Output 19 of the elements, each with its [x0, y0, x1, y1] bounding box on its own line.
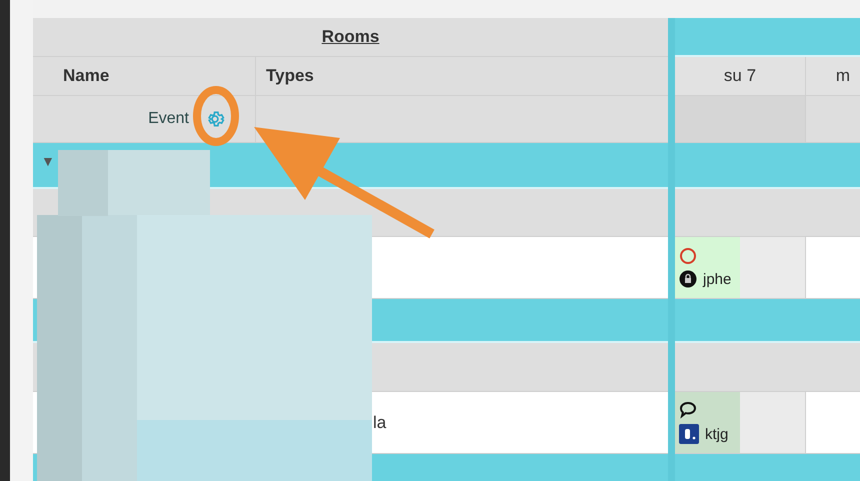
booking-user: jphe: [703, 270, 732, 288]
settings-icon[interactable]: [205, 109, 225, 129]
day-header: su 7: [675, 57, 806, 95]
column-header[interactable]: Name: [33, 57, 256, 95]
room-name: la: [373, 412, 386, 434]
annotation-circle: [193, 86, 239, 146]
booking-block[interactable]: ktjg: [675, 392, 740, 453]
day-header: m: [806, 57, 860, 95]
speech-bubble-icon: [679, 401, 697, 419]
event-label: Event: [148, 110, 189, 128]
rooms-header[interactable]: Rooms: [33, 18, 668, 56]
expand-toggle[interactable]: ▼: [41, 153, 55, 169]
logo-icon: [679, 424, 699, 444]
ring-icon: [679, 247, 697, 265]
column-header[interactable]: Types: [256, 57, 314, 95]
booking-block[interactable]: jphe: [675, 237, 740, 298]
splitter[interactable]: [668, 18, 675, 481]
booking-user: ktjg: [705, 426, 728, 442]
lock-avatar-icon: [679, 270, 697, 288]
